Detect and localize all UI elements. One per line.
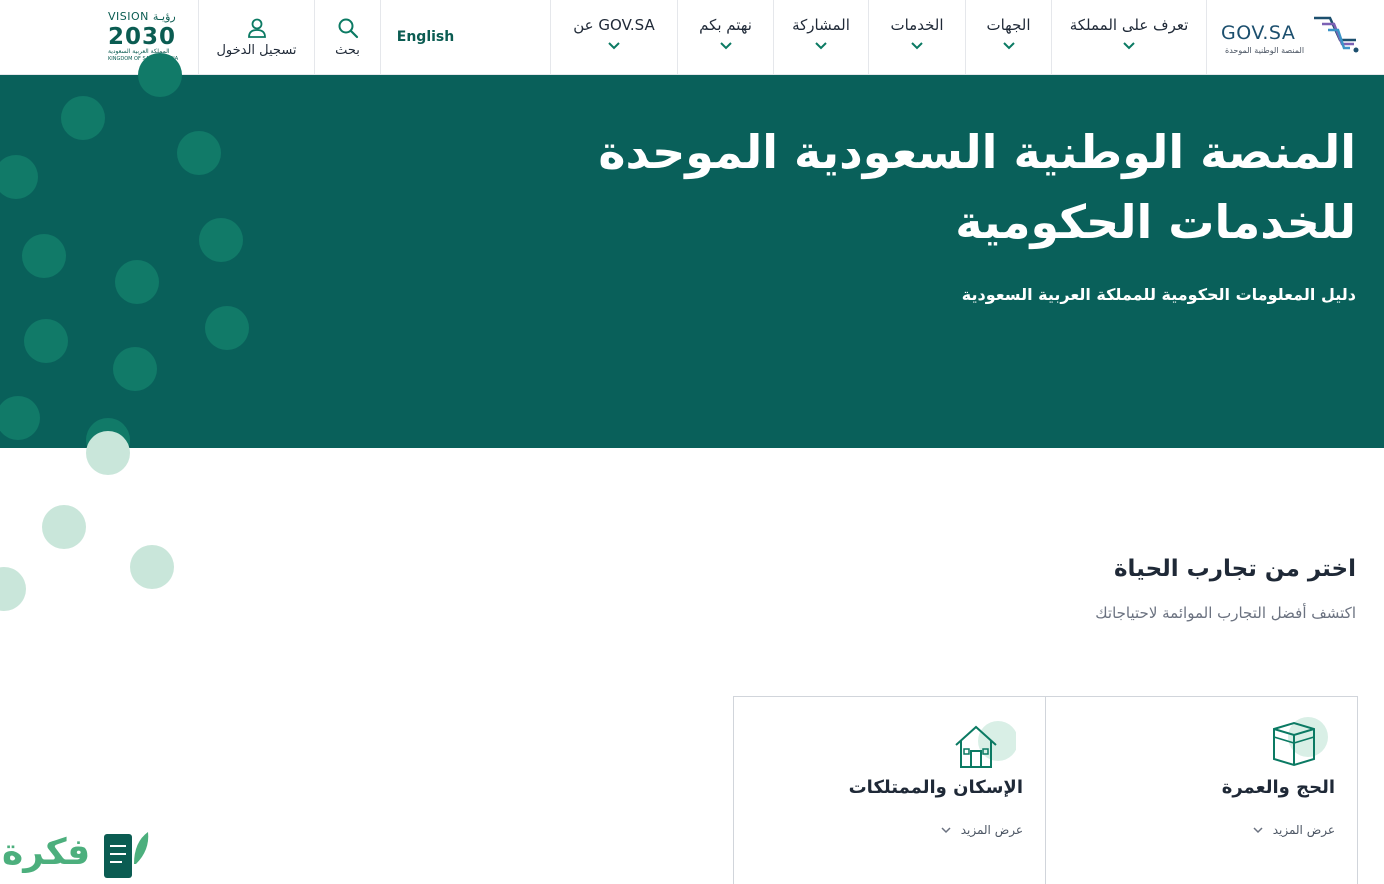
- vision-number: 2030: [108, 24, 177, 50]
- show-more-link[interactable]: عرض المزيد: [941, 823, 1023, 837]
- chevron-down-icon: [1253, 826, 1263, 833]
- logo-subtitle: المنصة الوطنية الموحدة: [1225, 46, 1305, 55]
- kaaba-icon: [1268, 715, 1332, 771]
- chevron-down-icon: [911, 42, 923, 50]
- site-header: GOV.SA المنصة الوطنية الموحدة تعرف على ا…: [0, 0, 1384, 75]
- gov-sa-logo[interactable]: GOV.SA المنصة الوطنية الموحدة: [1206, 0, 1384, 74]
- nav-item-we-care[interactable]: نهتم بكم: [677, 0, 773, 74]
- language-label: English: [396, 29, 455, 45]
- vision-line1: المملكة العربية السعودية: [108, 48, 170, 55]
- language-switch[interactable]: English: [380, 0, 550, 74]
- watermark-text: فكرة: [2, 832, 91, 873]
- section-title: اختر من تجارب الحياة: [1113, 556, 1356, 582]
- login-label: تسجيل الدخول: [216, 42, 297, 58]
- card-hajj-umrah[interactable]: الحج والعمرة عرض المزيد: [1045, 696, 1358, 884]
- nav-item-about-kingdom[interactable]: تعرف على المملكة: [1051, 0, 1206, 74]
- section-subtitle: اكتشف أفضل التجارب الموائمة لاحتياجاتك: [1095, 604, 1356, 622]
- chevron-down-icon: [1123, 42, 1135, 50]
- logo-brand: GOV.SA: [1221, 22, 1296, 44]
- hero-subtitle: دليل المعلومات الحكومية للمملكة العربية …: [961, 285, 1356, 304]
- nav-item-entities[interactable]: الجهات: [965, 0, 1051, 74]
- hero-banner: المنصة الوطنية السعودية الموحدة للخدمات …: [0, 75, 1384, 448]
- login-button[interactable]: تسجيل الدخول: [198, 0, 314, 74]
- chevron-down-icon: [941, 826, 951, 833]
- card-title: الإسكان والممتلكات: [848, 777, 1023, 798]
- show-more-label: عرض المزيد: [1272, 823, 1335, 837]
- chevron-down-icon: [719, 42, 732, 50]
- nav-item-services[interactable]: الخدمات: [868, 0, 965, 74]
- vision-2030-logo: VISION رؤيـة 2030 المملكة العربية السعود…: [100, 8, 192, 66]
- nav-label: المشاركة: [792, 16, 850, 34]
- search-button[interactable]: بحث: [314, 0, 380, 74]
- card-title: الحج والعمرة: [1221, 777, 1335, 798]
- nav-label: نهتم بكم: [699, 16, 752, 34]
- hero-title: المنصة الوطنية السعودية الموحدة للخدمات …: [598, 125, 1356, 249]
- chevron-down-icon: [815, 42, 827, 50]
- gov-logo-mark-icon: [1314, 16, 1359, 53]
- nav-item-about-govsa[interactable]: عن GOV.SA: [550, 0, 677, 74]
- card-housing-property[interactable]: الإسكان والممتلكات عرض المزيد: [733, 696, 1046, 884]
- show-more-label: عرض المزيد: [960, 823, 1023, 837]
- nav-label: الجهات: [986, 16, 1031, 34]
- user-icon: [247, 18, 266, 38]
- nav-label: الخدمات: [890, 16, 944, 34]
- house-icon: [952, 719, 1018, 775]
- chevron-down-icon: [1002, 42, 1015, 50]
- nav-label: عن GOV.SA: [573, 16, 655, 34]
- vision-top-text: VISION رؤيـة: [108, 10, 176, 23]
- search-icon: [338, 18, 358, 38]
- watermark-logo: فكرة: [0, 822, 160, 884]
- nav-label: تعرف على المملكة: [1069, 16, 1189, 34]
- chevron-down-icon: [608, 42, 620, 50]
- search-label: بحث: [335, 42, 360, 58]
- vision-line2: KINGDOM OF SAUDI ARABIA: [108, 56, 179, 62]
- book-leaf-icon: [104, 832, 149, 878]
- show-more-link[interactable]: عرض المزيد: [1253, 823, 1335, 837]
- nav-item-participation[interactable]: المشاركة: [773, 0, 868, 74]
